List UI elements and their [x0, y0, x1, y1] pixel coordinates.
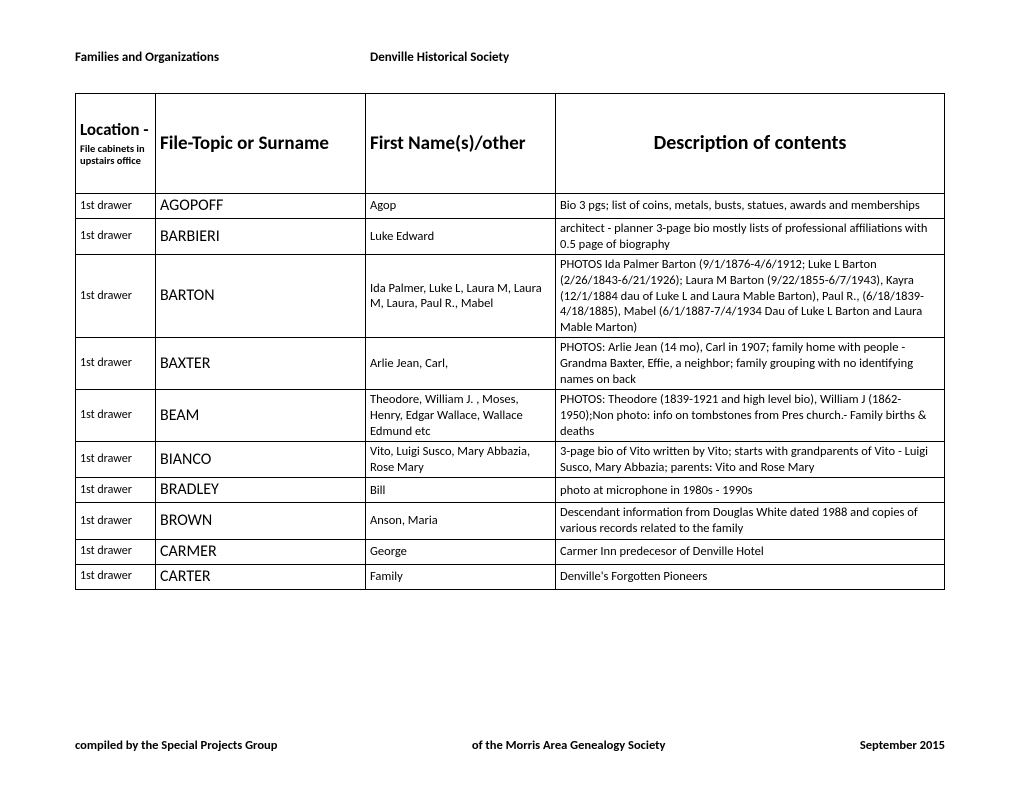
cell-description: Descendant information from Douglas Whit… [556, 503, 945, 539]
cell-first: Family [366, 564, 556, 589]
cell-first: Arlie Jean, Carl, [366, 338, 556, 390]
cell-topic: BARBIERI [156, 219, 366, 255]
cell-location: 1st drawer [76, 219, 156, 255]
page-header: Families and Organizations Denville Hist… [75, 50, 945, 65]
table-row: 1st drawerAGOPOFFAgopBio 3 pgs; list of … [76, 194, 945, 219]
footer-left: compiled by the Special Projects Group [75, 738, 277, 753]
table-row: 1st drawerBRADLEYBillphoto at microphone… [76, 478, 945, 503]
data-table: Location - File cabinets in upstairs off… [75, 93, 945, 590]
cell-location: 1st drawer [76, 564, 156, 589]
cell-first: Luke Edward [366, 219, 556, 255]
page-footer: compiled by the Special Projects Group o… [75, 738, 945, 753]
cell-description: Bio 3 pgs; list of coins, metals, busts,… [556, 194, 945, 219]
cell-topic: BIANCO [156, 442, 366, 478]
header-center: Denville Historical Society [370, 50, 945, 65]
cell-first: Bill [366, 478, 556, 503]
cell-location: 1st drawer [76, 442, 156, 478]
cell-topic: CARTER [156, 564, 366, 589]
cell-description: PHOTOS: Theodore (1839-1921 and high lev… [556, 390, 945, 442]
cell-description: Denville's Forgotten Pioneers [556, 564, 945, 589]
cell-first: Anson, Maria [366, 503, 556, 539]
header-left: Families and Organizations [75, 50, 370, 65]
table-row: 1st drawerBAXTERArlie Jean, Carl,PHOTOS:… [76, 338, 945, 390]
table-row: 1st drawerBEAMTheodore, William J. , Mos… [76, 390, 945, 442]
cell-topic: BROWN [156, 503, 366, 539]
cell-topic: BAXTER [156, 338, 366, 390]
col-location: Location - File cabinets in upstairs off… [76, 94, 156, 194]
cell-first: Agop [366, 194, 556, 219]
cell-first: Theodore, William J. , Moses, Henry, Edg… [366, 390, 556, 442]
cell-first: George [366, 539, 556, 564]
col-topic: File-Topic or Surname [156, 94, 366, 194]
cell-description: Carmer Inn predecesor of Denville Hotel [556, 539, 945, 564]
cell-description: 3-page bio of Vito written by Vito; star… [556, 442, 945, 478]
loc-header-sub: File cabinets in upstairs office [80, 143, 151, 168]
cell-topic: BARTON [156, 255, 366, 338]
cell-description: architect - planner 3-page bio mostly li… [556, 219, 945, 255]
table-header-row: Location - File cabinets in upstairs off… [76, 94, 945, 194]
cell-location: 1st drawer [76, 539, 156, 564]
cell-first: Ida Palmer, Luke L, Laura M, Laura M, La… [366, 255, 556, 338]
cell-first: Vito, Luigi Susco, Mary Abbazia, Rose Ma… [366, 442, 556, 478]
cell-topic: BRADLEY [156, 478, 366, 503]
cell-topic: BEAM [156, 390, 366, 442]
table-row: 1st drawerBARTONIda Palmer, Luke L, Laur… [76, 255, 945, 338]
footer-right: September 2015 [860, 738, 945, 753]
cell-topic: CARMER [156, 539, 366, 564]
cell-location: 1st drawer [76, 194, 156, 219]
loc-header-main: Location - [80, 119, 151, 140]
table-row: 1st drawerCARMERGeorgeCarmer Inn predece… [76, 539, 945, 564]
cell-topic: AGOPOFF [156, 194, 366, 219]
cell-location: 1st drawer [76, 390, 156, 442]
cell-description: PHOTOS Ida Palmer Barton (9/1/1876-4/6/1… [556, 255, 945, 338]
footer-center: of the Morris Area Genealogy Society [472, 738, 666, 753]
col-description: Description of contents [556, 94, 945, 194]
col-first: First Name(s)/other [366, 94, 556, 194]
cell-location: 1st drawer [76, 503, 156, 539]
table-row: 1st drawerCARTERFamilyDenville's Forgott… [76, 564, 945, 589]
cell-description: PHOTOS: Arlie Jean (14 mo), Carl in 1907… [556, 338, 945, 390]
cell-location: 1st drawer [76, 478, 156, 503]
table-body: 1st drawerAGOPOFFAgopBio 3 pgs; list of … [76, 194, 945, 590]
table-row: 1st drawerBIANCOVito, Luigi Susco, Mary … [76, 442, 945, 478]
table-row: 1st drawerBROWNAnson, MariaDescendant in… [76, 503, 945, 539]
cell-location: 1st drawer [76, 338, 156, 390]
cell-location: 1st drawer [76, 255, 156, 338]
cell-description: photo at microphone in 1980s - 1990s [556, 478, 945, 503]
table-row: 1st drawerBARBIERILuke Edwardarchitect -… [76, 219, 945, 255]
